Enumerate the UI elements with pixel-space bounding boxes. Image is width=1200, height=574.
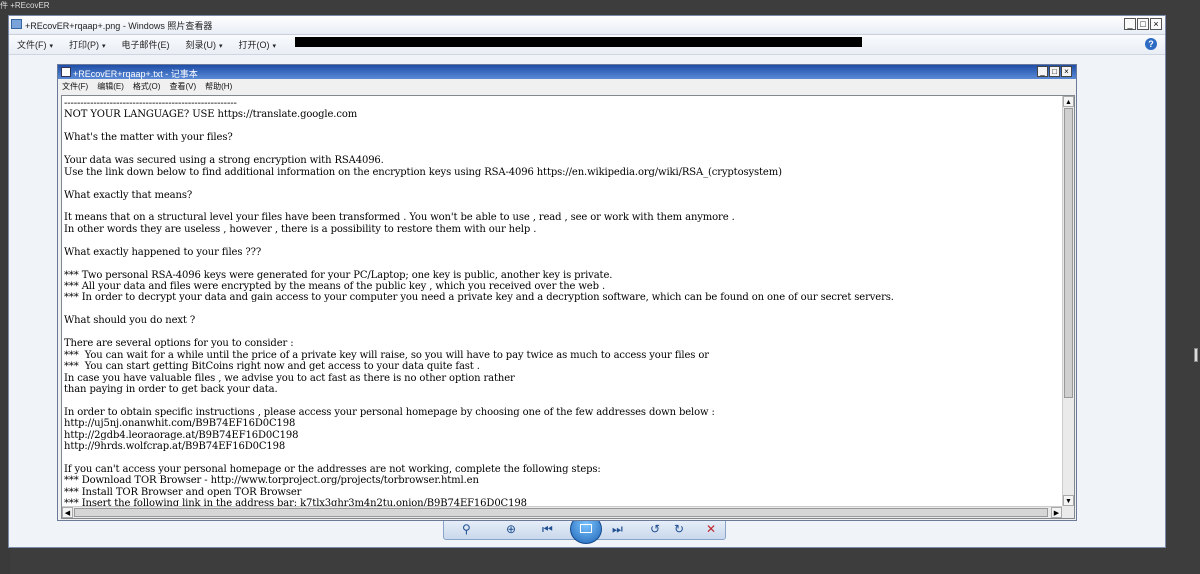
chevron-down-icon: ▾ [219, 43, 223, 50]
text-line: than paying in order to get back your da… [64, 383, 278, 395]
viewer-window-title: +REcovER+rqaap+.png - Windows 照片查看器 [25, 21, 213, 31]
scroll-right-icon[interactable]: ▶ [1051, 507, 1062, 518]
slideshow-icon [580, 524, 592, 533]
notepad-app-icon [61, 67, 71, 77]
text-line: *** Install TOR Browser and open TOR Bro… [64, 486, 302, 498]
text-line [64, 395, 1058, 406]
notepad-window[interactable]: +REcovER+rqaap+.txt - 记事本 _ □ × 文件(F) 编辑… [57, 64, 1077, 521]
size-grip[interactable] [1062, 506, 1074, 518]
text-line: ----------------------------------------… [64, 98, 237, 109]
viewer-maximize-button[interactable]: □ [1137, 18, 1149, 30]
notepad-menu-format[interactable]: 格式(O) [133, 81, 161, 92]
text-line [64, 144, 1058, 155]
resize-handle[interactable] [1194, 348, 1198, 362]
horizontal-scroll-thumb[interactable] [74, 508, 1048, 517]
text-line: There are several options for you to con… [64, 338, 294, 350]
text-line [64, 258, 1058, 269]
viewer-menu-open[interactable]: 打开(O) ▾ [239, 38, 277, 51]
notepad-window-title: +REcovER+rqaap+.txt - 记事本 [73, 69, 198, 79]
notepad-maximize-button[interactable]: □ [1049, 66, 1060, 77]
text-line: Use the link down below to find addition… [64, 166, 782, 178]
vertical-scroll-thumb[interactable] [1064, 108, 1073, 398]
text-line [64, 201, 1058, 212]
text-line: *** You can start getting BitCoins right… [64, 361, 480, 373]
text-line: http://2gdb4.leoraorage.at/B9B74EF16D0C1… [64, 429, 299, 441]
photo-viewer-app-icon [11, 19, 22, 29]
rotate-ccw-icon[interactable]: ↺ [650, 522, 660, 536]
image-top-edge [295, 37, 862, 47]
chevron-down-icon: ▾ [272, 43, 277, 50]
notepad-menu-view[interactable]: 查看(V) [169, 81, 196, 92]
delete-icon[interactable]: ✕ [706, 522, 716, 536]
notepad-text-content: ----------------------------------------… [64, 98, 1058, 506]
horizontal-scrollbar[interactable]: ◀ ▶ [62, 506, 1074, 518]
text-line: In order to obtain specific instructions… [64, 406, 715, 418]
help-icon[interactable]: ? [1145, 38, 1157, 50]
text-line: http://9hrds.wolfcrap.at/B9B74EF16D0C198 [64, 441, 286, 453]
viewer-close-button[interactable]: × [1150, 18, 1162, 30]
text-line [64, 121, 1058, 132]
text-line: What exactly happened to your files ??? [64, 246, 262, 258]
zoom-icon[interactable]: ⚲ [462, 522, 471, 536]
viewer-minimize-button[interactable]: _ [1124, 18, 1136, 30]
text-line: *** All your data and files were encrypt… [64, 281, 606, 292]
chevron-down-icon: ▾ [49, 43, 54, 50]
notepad-close-button[interactable]: × [1061, 66, 1072, 77]
text-line [64, 327, 1058, 338]
text-line [64, 304, 1058, 315]
text-line: *** You can wait for a while until the p… [64, 349, 709, 361]
viewer-menu-print[interactable]: 打印(P) ▾ [69, 38, 106, 51]
text-line: *** Insert the following link in the add… [64, 498, 527, 506]
text-line: Your data was secured using a strong enc… [64, 155, 384, 167]
notepad-text-area[interactable]: ----------------------------------------… [61, 95, 1075, 519]
text-line: In other words they are useless , howeve… [64, 223, 537, 235]
actual-size-icon[interactable]: ⊕ [506, 522, 516, 536]
notepad-menu-bar: 文件(F) 编辑(E) 格式(O) 查看(V) 帮助(H) [58, 79, 1076, 93]
chevron-down-icon: ▾ [102, 43, 106, 50]
notepad-menu-help[interactable]: 帮助(H) [205, 81, 232, 92]
text-line: *** Two personal RSA-4096 keys were gene… [64, 269, 613, 281]
text-line: It means that on a structural level your… [64, 212, 735, 224]
scroll-down-icon[interactable]: ▼ [1063, 495, 1074, 506]
text-line: NOT YOUR LANGUAGE? USE https://translate… [64, 109, 358, 121]
notepad-menu-edit[interactable]: 编辑(E) [97, 81, 124, 92]
text-line [64, 178, 1058, 189]
notepad-title-bar[interactable]: +REcovER+rqaap+.txt - 记事本 _ □ × [58, 65, 1076, 79]
text-line [64, 235, 1058, 246]
viewer-menu-burn[interactable]: 刻录(U) ▾ [186, 38, 223, 51]
previous-icon[interactable]: ⏮ [542, 522, 553, 536]
text-line: In case you have valuable files , we adv… [64, 372, 515, 384]
notepad-menu-file[interactable]: 文件(F) [62, 81, 88, 92]
desktop-label: 件 +REcovER [0, 1, 50, 10]
rotate-cw-icon[interactable]: ↻ [674, 522, 684, 536]
scroll-left-icon[interactable]: ◀ [62, 507, 73, 518]
text-line: What exactly that means? [64, 189, 193, 201]
text-line: *** In order to decrypt your data and ga… [64, 292, 894, 304]
vertical-scrollbar[interactable]: ▲ ▼ [1062, 96, 1074, 506]
viewer-menu-email[interactable]: 电子邮件(E) [122, 38, 170, 51]
next-icon[interactable]: ⏭ [612, 522, 623, 536]
notepad-minimize-button[interactable]: _ [1037, 66, 1048, 77]
text-line: http://uj5nj.onanwhit.com/B9B74EF16D0C19… [64, 418, 296, 430]
scroll-up-icon[interactable]: ▲ [1063, 96, 1074, 107]
text-line: What should you do next ? [64, 315, 196, 327]
viewer-title-bar[interactable]: +REcovER+rqaap+.png - Windows 照片查看器 _ □ … [9, 16, 1165, 35]
text-line [64, 453, 1058, 464]
viewer-menu-file[interactable]: 文件(F) ▾ [17, 38, 53, 51]
text-line: If you can't access your personal homepa… [64, 464, 601, 475]
text-line: What's the matter with your files? [64, 132, 233, 144]
text-line: *** Download TOR Browser - http://www.to… [64, 475, 479, 487]
